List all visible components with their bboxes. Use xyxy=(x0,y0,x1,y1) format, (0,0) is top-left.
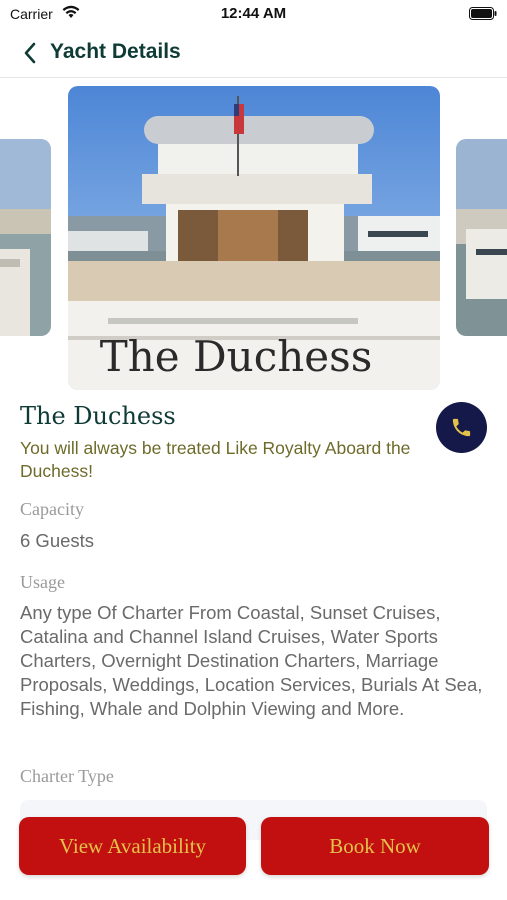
book-now-button[interactable]: Book Now xyxy=(261,817,489,875)
gallery-image-previous[interactable] xyxy=(0,139,51,336)
image-carousel[interactable]: The Duchess xyxy=(0,84,507,390)
usage-value: Any type Of Charter From Coastal, Sunset… xyxy=(20,602,483,719)
view-availability-button[interactable]: View Availability xyxy=(19,817,246,875)
charter-type-label: Charter Type xyxy=(20,766,114,786)
gallery-image-next[interactable] xyxy=(456,139,507,336)
stern-lettering: The Duchess xyxy=(100,332,373,381)
phone-icon xyxy=(452,418,471,437)
status-time: 12:44 AM xyxy=(220,5,287,22)
chevron-left-icon[interactable] xyxy=(22,41,38,65)
call-button[interactable] xyxy=(436,402,487,453)
usage-label: Usage xyxy=(20,572,65,592)
capacity-value: 6 Guests xyxy=(20,530,95,551)
page-title: Yacht Details xyxy=(50,40,181,63)
yacht-tagline: You will always be treated Like Royalty … xyxy=(20,438,411,481)
capacity-label: Capacity xyxy=(20,499,84,519)
battery-icon xyxy=(469,7,497,20)
gallery-image-main[interactable]: The Duchess xyxy=(68,86,440,390)
status-bar: Carrier 12:44 AM xyxy=(0,0,507,28)
nav-bar: Yacht Details xyxy=(0,28,507,78)
yacht-name: The Duchess xyxy=(20,402,176,430)
